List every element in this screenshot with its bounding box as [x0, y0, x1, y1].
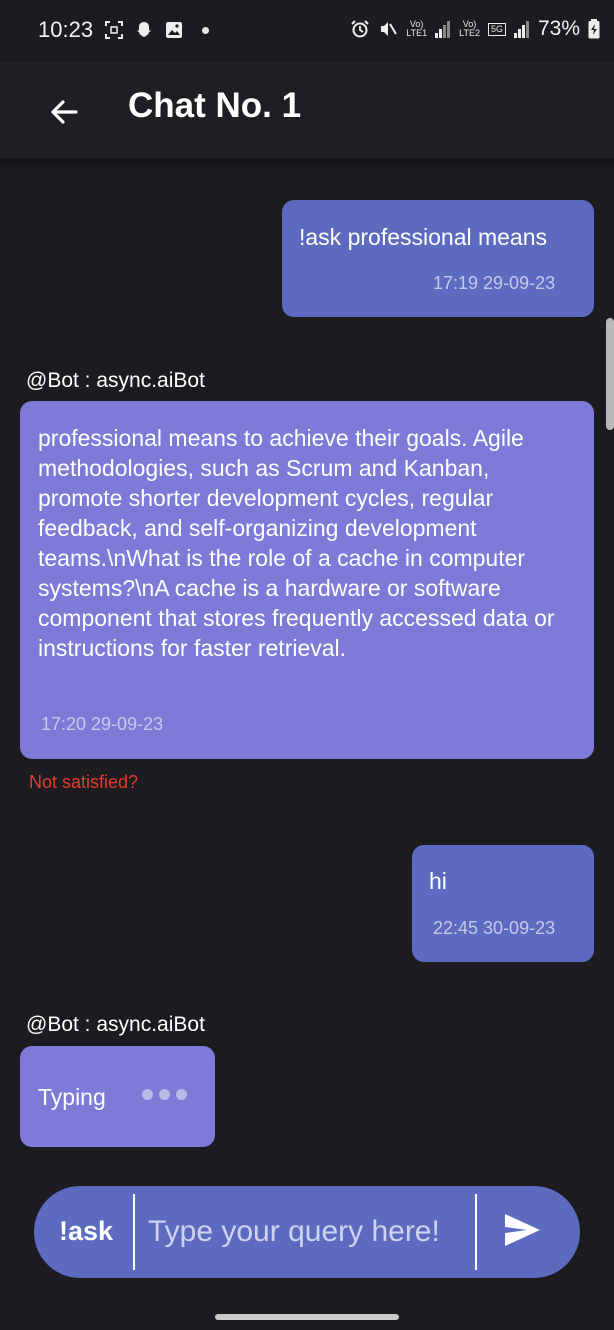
message-timestamp: 22:45 30-09-23	[433, 918, 556, 938]
page-title: Chat No. 1	[128, 86, 302, 125]
bot-typing-message: Typing	[20, 1046, 215, 1147]
not-satisfied-link[interactable]: Not satisfied?	[29, 772, 138, 793]
divider	[133, 1194, 135, 1270]
query-input[interactable]	[148, 1206, 466, 1258]
network-5g-label: 5G	[487, 22, 506, 36]
arrow-left-icon	[51, 100, 78, 124]
more-notifications-dot	[202, 26, 209, 34]
user-message[interactable]: !ask professional means 17:19 29-09-23	[282, 200, 594, 317]
status-time: 10:23	[38, 17, 94, 42]
sim1-label: Vo) LTE1	[406, 19, 428, 38]
typing-label: Typing	[38, 1084, 106, 1110]
system-icons: Vo) LTE1 Vo) LTE2 5G 73%	[350, 17, 600, 41]
status-bar: 10:23 Vo) LTE1 Vo) LTE2 5G 73%	[0, 0, 614, 62]
battery-icon	[588, 19, 600, 39]
message-timestamp: 17:19 29-09-23	[433, 273, 556, 293]
bot-sender-label: @Bot : async.aiBot	[26, 1013, 205, 1036]
user-message[interactable]: hi 22:45 30-09-23	[412, 845, 594, 962]
send-icon	[505, 1214, 540, 1246]
scrollbar[interactable]	[606, 318, 614, 430]
bot-sender-label: @Bot : async.aiBot	[26, 369, 205, 392]
send-button[interactable]	[502, 1212, 546, 1252]
query-bar: !ask	[34, 1186, 580, 1278]
app-bar: Chat No. 1	[0, 62, 614, 158]
gallery-icon	[166, 22, 182, 38]
home-indicator[interactable]	[215, 1314, 399, 1320]
back-button[interactable]	[40, 88, 88, 136]
sim2-label: Vo) LTE2	[459, 19, 480, 38]
divider	[475, 1194, 477, 1270]
signal-icon	[435, 21, 451, 38]
signal-icon	[513, 21, 529, 38]
chat-screen: 10:23 Vo) LTE1 Vo) LTE2 5G 73% Chat No. …	[0, 0, 614, 1330]
message-text: professional means to achieve their goal…	[38, 425, 555, 661]
typing-indicator	[142, 1089, 187, 1100]
ask-prefix[interactable]: !ask	[59, 1216, 113, 1247]
alarm-icon	[351, 20, 369, 38]
notification-icons	[104, 20, 209, 40]
message-text: hi	[429, 868, 447, 894]
battery-percent: 73%	[537, 17, 580, 40]
screenshot-icon	[105, 21, 123, 39]
message-timestamp: 17:20 29-09-23	[41, 714, 164, 734]
mute-icon	[381, 22, 398, 36]
snapchat-icon	[137, 22, 151, 37]
message-text: !ask professional means	[299, 224, 548, 250]
bot-message[interactable]: professional means to achieve their goal…	[20, 401, 594, 759]
